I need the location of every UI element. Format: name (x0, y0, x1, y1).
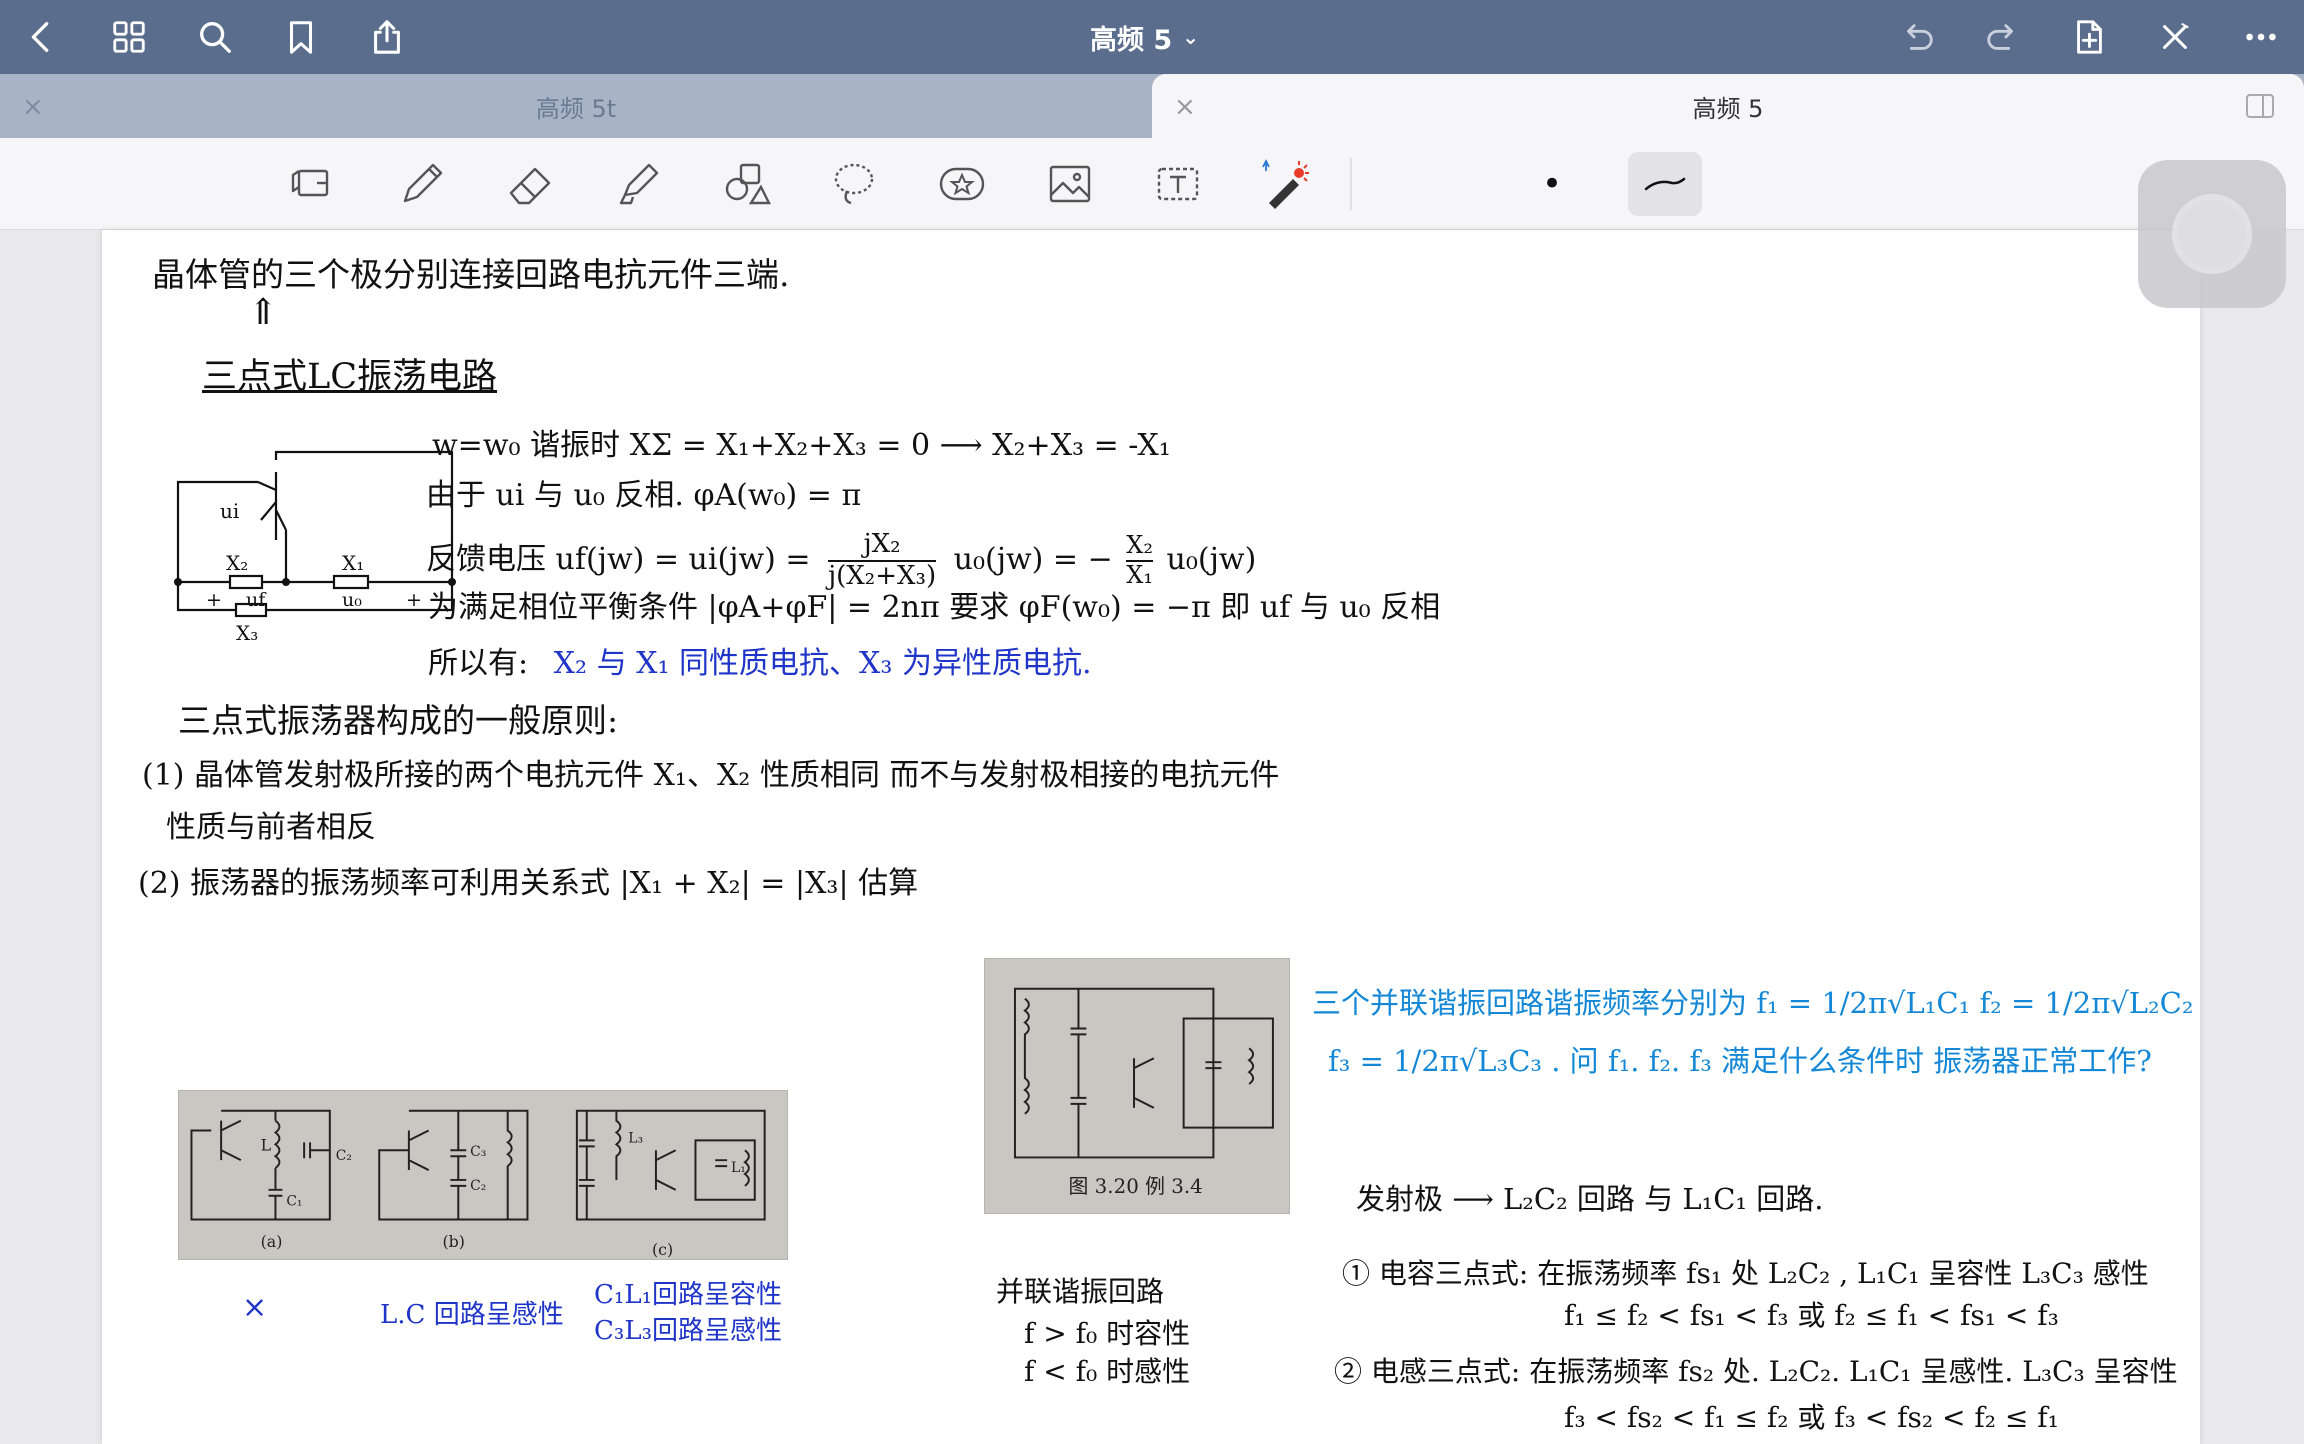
top-nav-bar: 高频 5 ⌄ (0, 0, 2304, 74)
question-line-1: 三个并联谐振回路谐振频率分别为 f₁ = 1/2π√L₁C₁ f₂ = 1/2π… (1312, 986, 2194, 1020)
add-page-icon[interactable] (2062, 10, 2116, 64)
conclusion-line: 所以有: X₂ 与 X₁ 同性质电抗、X₃ 为异性质电抗. (428, 646, 1092, 681)
answer-b: L.C 回路呈感性 (380, 1300, 564, 1330)
sticker-icon (939, 167, 985, 201)
text-box-icon (1157, 167, 1199, 201)
image-tool[interactable] (1038, 152, 1102, 216)
stroke-style-icon (1644, 177, 1686, 191)
pen-icon (403, 163, 443, 203)
svg-text:C₂: C₂ (336, 1148, 352, 1164)
shapes-tool[interactable] (714, 152, 778, 216)
sticker-tool[interactable] (930, 152, 994, 216)
floating-assistive-button[interactable] (2138, 160, 2286, 308)
ui-label: ui (220, 499, 239, 523)
svg-text:C₂: C₂ (470, 1178, 486, 1194)
example-3-4-photo[interactable]: 图 3.20 例 3.4 (984, 958, 1290, 1214)
tab-close-icon[interactable]: × (22, 92, 44, 122)
answer-a: × (242, 1290, 268, 1325)
svg-text:L₃: L₃ (628, 1130, 643, 1146)
pen-tool[interactable] (390, 152, 454, 216)
tab-label: 高频 5t (535, 94, 617, 123)
eraser-icon (509, 167, 551, 205)
tab-close-icon[interactable]: × (1174, 92, 1196, 122)
note-line: 晶体管的三个极分别连接回路电抗元件三端. (152, 255, 790, 294)
grid-icon[interactable] (102, 10, 156, 64)
lasso-tool[interactable] (822, 152, 886, 216)
redo-icon[interactable] (1976, 10, 2030, 64)
undo-icon[interactable] (1890, 10, 1944, 64)
svg-text:(c): (c) (652, 1240, 673, 1259)
tab-label: 高频 5 (1692, 94, 1764, 123)
solution-line-3: f₁ ≤ f₂ < fs₁ < f₃ 或 f₂ ≤ f₁ < fs₁ < f₃ (1564, 1299, 2059, 1332)
search-icon[interactable] (188, 10, 242, 64)
tab-gaopin-5[interactable]: × 高频 5 (1152, 74, 2304, 138)
solution-line-1: 发射极 ⟶ L₂C₂ 回路 与 L₁C₁ 回路. (1356, 1182, 1824, 1216)
svg-text:(b): (b) (442, 1232, 464, 1251)
parallel-inductive-note: f < f₀ 时感性 (1024, 1355, 1191, 1388)
laser-pointer-tool[interactable] (1254, 152, 1318, 216)
share-icon[interactable] (360, 10, 414, 64)
drawing-toolbar: • (0, 138, 2304, 230)
highlighter-tool[interactable] (606, 152, 670, 216)
svg-text:X₂: X₂ (226, 551, 248, 575)
rule-2: (2) 振荡器的振荡频率可利用关系式 |X₁ + X₂| = |X₃| 估算 (138, 866, 919, 901)
rule-1: (1) 晶体管发射极所接的两个电抗元件 X₁、X₂ 性质相同 而不与发射极相接的… (142, 758, 1280, 793)
solution-line-5: f₃ < fs₂ < f₁ ≤ f₂ 或 f₃ < fs₂ < f₂ ≤ f₁ (1564, 1401, 2059, 1434)
laser-pointer-icon (1262, 158, 1309, 209)
read-mode-tool[interactable] (282, 152, 346, 216)
document-title-dropdown[interactable]: 高频 5 ⌄ (1090, 10, 1199, 64)
svg-text:L₁: L₁ (731, 1160, 746, 1176)
equation-phase-balance: 为满足相位平衡条件 |φA+φF| = 2nπ 要求 φF(w₀) = −π 即… (428, 590, 1441, 625)
rules-heading: 三点式振荡器构成的一般原则: (178, 701, 619, 740)
pen-size-small[interactable]: • (1520, 152, 1584, 216)
svg-text:X₃: X₃ (236, 621, 258, 645)
textbook-figure-abc-photo[interactable]: L C₁ C₂ C₃ C₂ L₁ L₃ (a) (b) (c) (178, 1090, 788, 1260)
document-title: 高频 5 (1090, 24, 1173, 56)
equation-phase: 由于 ui 与 u₀ 反相. φA(w₀) = π (426, 478, 862, 513)
svg-text:u₀: u₀ (342, 589, 362, 611)
svg-text:+: + (406, 589, 422, 611)
image-icon (1049, 165, 1091, 203)
close-icon[interactable] (2148, 10, 2202, 64)
more-icon[interactable] (2234, 10, 2288, 64)
answer-c2: C₃L₃回路呈感性 (594, 1316, 783, 1346)
solution-line-4: ② 电感三点式: 在振荡频率 fs₂ 处. L₂C₂. L₁C₁ 呈感性. L₃… (1334, 1355, 2178, 1388)
back-icon[interactable] (14, 10, 68, 64)
pen-stroke-style[interactable] (1628, 152, 1702, 216)
svg-text:C₃: C₃ (470, 1144, 486, 1160)
tab-gaopin-5t[interactable]: × 高频 5t (0, 74, 1152, 138)
text-tool[interactable] (1146, 152, 1210, 216)
svg-text:L: L (261, 1135, 272, 1154)
chevron-down-icon: ⌄ (1182, 25, 1199, 49)
lasso-icon (834, 163, 874, 205)
highlighter-icon (619, 163, 659, 205)
svg-text:X₁: X₁ (342, 551, 364, 575)
eraser-tool[interactable] (498, 152, 562, 216)
svg-text:图 3.20 例 3.4: 图 3.20 例 3.4 (1069, 1175, 1203, 1198)
arrow-up-icon: ⇑ (248, 292, 279, 333)
floating-button-knob (2178, 200, 2246, 268)
section-heading: 三点式LC振荡电路 (202, 357, 498, 397)
question-line-2: f₃ = 1/2π√L₃C₃ . 问 f₁. f₂. f₃ 满足什么条件时 振荡… (1328, 1044, 2152, 1078)
read-mode-icon (291, 169, 329, 197)
answer-c1: C₁L₁回路呈容性 (594, 1280, 783, 1310)
svg-text:uf: uf (246, 589, 267, 611)
rule-1-cont: 性质与前者相反 (166, 810, 376, 845)
split-view-icon[interactable] (2244, 90, 2276, 122)
tab-strip: × 高频 5t × 高频 5 (0, 74, 2304, 138)
svg-text:C₁: C₁ (286, 1194, 302, 1210)
toolbar-divider (1350, 158, 1352, 210)
svg-text:(a): (a) (261, 1232, 283, 1251)
parallel-capacitive-note: f > f₀ 时容性 (1024, 1317, 1191, 1350)
parallel-resonance-note: 并联谐振回路 (996, 1275, 1165, 1308)
solution-line-2: ① 电容三点式: 在振荡频率 fs₁ 处 L₂C₂ , L₁C₁ 呈容性 L₃C… (1342, 1257, 2149, 1290)
svg-text:+: + (206, 589, 222, 611)
note-page[interactable]: 晶体管的三个极分别连接回路电抗元件三端. ⇑ 三点式LC振荡电路 ui X₂ X… (102, 230, 2200, 1444)
shapes-icon (725, 163, 771, 205)
bookmark-icon[interactable] (274, 10, 328, 64)
equation-resonance: w=w₀ 谐振时 XΣ = X₁+X₂+X₃ = 0 ⟶ X₂+X₃ = -X₁ (432, 428, 1171, 463)
